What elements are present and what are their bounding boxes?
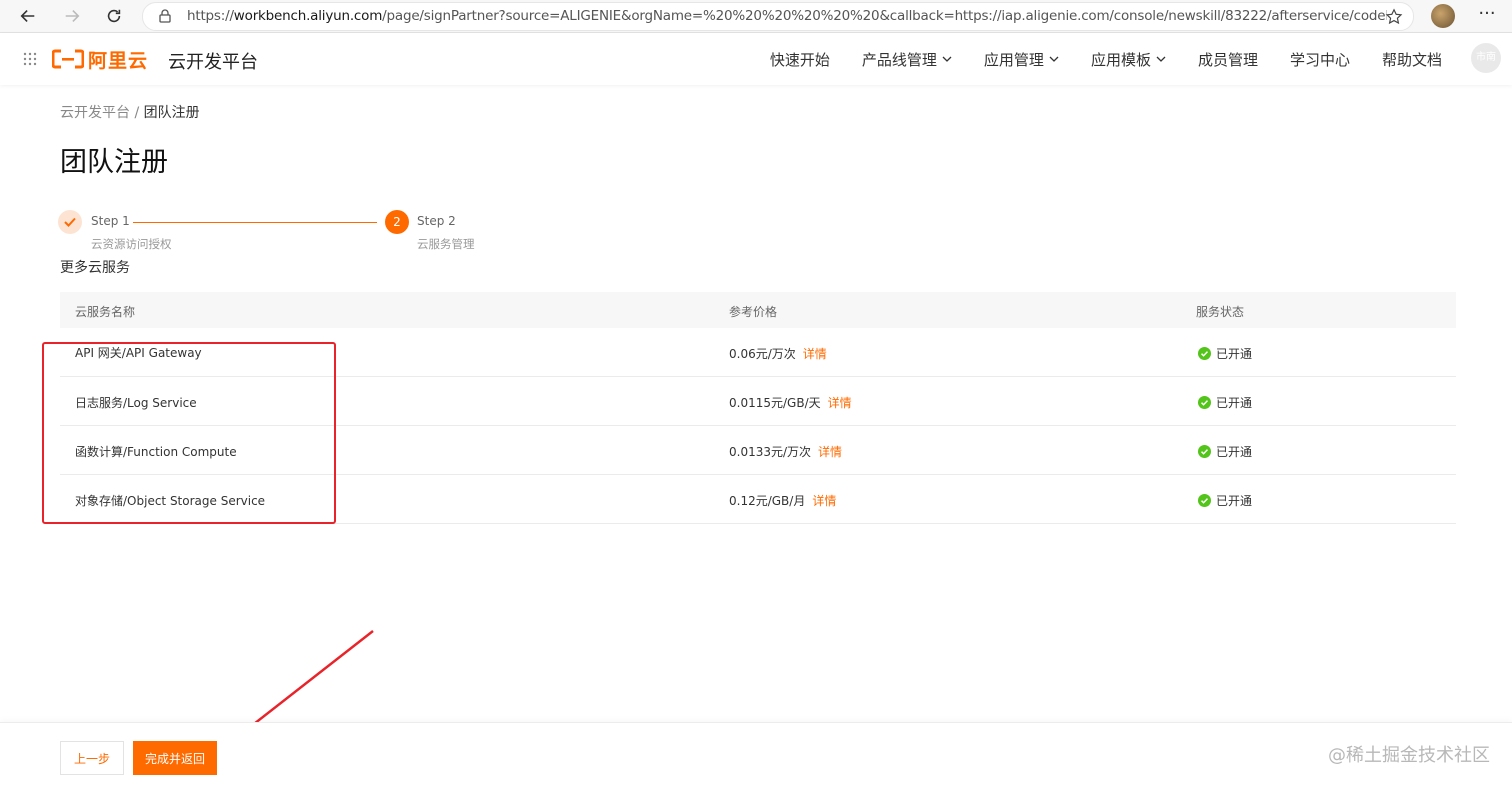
chevron-down-icon bbox=[1049, 56, 1059, 62]
nav-label: 产品线管理 bbox=[861, 50, 937, 69]
service-status: 已开通 bbox=[1198, 345, 1252, 362]
browser-toolbar: https://workbench.aliyun.com/page/signPa… bbox=[0, 0, 1512, 33]
aliyun-logo[interactable]: 阿里云 bbox=[52, 47, 149, 72]
nav-learning-center[interactable]: 学习中心 bbox=[1290, 49, 1350, 70]
service-price: 0.06元/万次 详情 bbox=[729, 345, 827, 362]
check-circle-icon bbox=[1198, 494, 1211, 507]
browser-profile-avatar[interactable] bbox=[1431, 4, 1455, 28]
status-text: 已开通 bbox=[1216, 347, 1253, 361]
detail-link[interactable]: 详情 bbox=[803, 347, 827, 361]
finish-and-return-button[interactable]: 完成并返回 bbox=[133, 741, 217, 775]
platform-title: 云开发平台 bbox=[168, 52, 258, 73]
url-path: /page/signPartner?source=ALIGENIE&orgNam… bbox=[382, 8, 1387, 24]
app-header: 阿里云 云开发平台 快速开始 产品线管理 应用管理 应用模板 成员管理 学习中心… bbox=[0, 33, 1512, 85]
table-header: 云服务名称 参考价格 服务状态 bbox=[60, 292, 1456, 328]
nav-label: 应用管理 bbox=[983, 50, 1044, 69]
nav-label: 学习中心 bbox=[1289, 50, 1350, 69]
url-text: https://workbench.aliyun.com/page/signPa… bbox=[187, 8, 1387, 25]
nav-app-management[interactable]: 应用管理 bbox=[984, 49, 1059, 70]
refresh-icon bbox=[107, 9, 121, 23]
step-progress: Step 1 云资源访问授权 2 Step 2 云服务管理 bbox=[58, 210, 498, 260]
column-header-service-name: 云服务名称 bbox=[75, 305, 136, 319]
service-price: 0.12元/GB/月 详情 bbox=[729, 492, 836, 509]
check-circle-icon bbox=[1198, 347, 1211, 360]
step-1-indicator bbox=[58, 210, 82, 234]
footer-actions: 上一步 完成并返回 @稀土掘金技术社区 bbox=[0, 722, 1512, 785]
logo-text: 阿里云 bbox=[88, 49, 149, 72]
chevron-down-icon bbox=[1156, 56, 1166, 62]
previous-step-button[interactable]: 上一步 bbox=[60, 741, 124, 775]
status-text: 已开通 bbox=[1216, 396, 1253, 410]
nav-app-templates[interactable]: 应用模板 bbox=[1091, 49, 1166, 70]
nav-quick-start[interactable]: 快速开始 bbox=[770, 49, 830, 70]
browser-menu-icon[interactable]: ··· bbox=[1475, 4, 1499, 28]
user-avatar[interactable]: 市南 bbox=[1471, 43, 1501, 73]
detail-link[interactable]: 详情 bbox=[818, 445, 842, 459]
status-text: 已开通 bbox=[1216, 494, 1253, 508]
nav-label: 快速开始 bbox=[769, 50, 830, 69]
service-status: 已开通 bbox=[1198, 443, 1252, 460]
service-status: 已开通 bbox=[1198, 394, 1252, 411]
aliyun-logo-mark-icon bbox=[52, 49, 84, 69]
status-text: 已开通 bbox=[1216, 445, 1253, 459]
detail-link[interactable]: 详情 bbox=[812, 494, 836, 508]
breadcrumb: 云开发平台 / 团队注册 bbox=[60, 102, 200, 122]
column-header-status: 服务状态 bbox=[1196, 305, 1245, 319]
annotation-highlight-box bbox=[42, 342, 336, 524]
step-1-description: 云资源访问授权 bbox=[91, 237, 172, 251]
nav-help-docs[interactable]: 帮助文档 bbox=[1382, 49, 1442, 70]
top-navigation: 快速开始 产品线管理 应用管理 应用模板 成员管理 学习中心 帮助文档 bbox=[738, 33, 1442, 85]
nav-label: 应用模板 bbox=[1090, 50, 1151, 69]
favorite-star-icon[interactable] bbox=[1385, 8, 1403, 26]
price-text: 0.12元/GB/月 bbox=[729, 494, 806, 508]
service-status: 已开通 bbox=[1198, 492, 1252, 509]
check-circle-icon bbox=[1198, 445, 1211, 458]
address-bar[interactable]: https://workbench.aliyun.com/page/signPa… bbox=[142, 2, 1414, 31]
service-price: 0.0133元/万次 详情 bbox=[729, 443, 842, 460]
forward-button[interactable] bbox=[60, 4, 84, 28]
page-title: 团队注册 bbox=[60, 147, 168, 178]
back-button[interactable] bbox=[16, 4, 40, 28]
arrow-left-icon bbox=[20, 10, 35, 22]
price-text: 0.0133元/万次 bbox=[729, 445, 812, 459]
url-scheme: https:// bbox=[187, 8, 234, 24]
url-host: workbench.aliyun.com bbox=[233, 8, 383, 24]
app-grid-icon[interactable] bbox=[23, 52, 37, 66]
breadcrumb-parent-link[interactable]: 云开发平台 bbox=[60, 105, 130, 121]
breadcrumb-separator: / bbox=[130, 105, 144, 121]
nav-members[interactable]: 成员管理 bbox=[1198, 49, 1258, 70]
check-circle-icon bbox=[1198, 396, 1211, 409]
chevron-down-icon bbox=[942, 56, 952, 62]
nav-label: 帮助文档 bbox=[1381, 50, 1442, 69]
checkmark-icon bbox=[64, 217, 76, 227]
step-2-indicator: 2 bbox=[385, 210, 409, 234]
refresh-button[interactable] bbox=[102, 4, 126, 28]
step-2-description: 云服务管理 bbox=[417, 237, 475, 251]
service-price: 0.0115元/GB/天 详情 bbox=[729, 394, 852, 411]
step-1-title: Step 1 bbox=[91, 214, 130, 228]
section-title: 更多云服务 bbox=[60, 260, 130, 276]
arrow-right-icon bbox=[65, 10, 80, 22]
price-text: 0.06元/万次 bbox=[729, 347, 796, 361]
lock-icon bbox=[159, 9, 171, 23]
nav-label: 成员管理 bbox=[1197, 50, 1258, 69]
watermark: @稀土掘金技术社区 bbox=[1328, 745, 1490, 766]
breadcrumb-current: 团队注册 bbox=[143, 105, 200, 121]
step-connector-line bbox=[133, 222, 377, 223]
column-header-price: 参考价格 bbox=[729, 305, 778, 319]
detail-link[interactable]: 详情 bbox=[828, 396, 852, 410]
nav-product-line[interactable]: 产品线管理 bbox=[862, 49, 952, 70]
price-text: 0.0115元/GB/天 bbox=[729, 396, 821, 410]
step-2-title: Step 2 bbox=[417, 214, 456, 228]
